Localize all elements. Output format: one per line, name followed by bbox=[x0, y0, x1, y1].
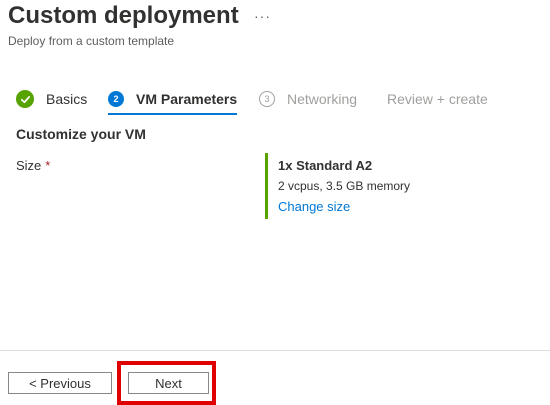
step-number-badge: 2 bbox=[108, 91, 124, 107]
footer-divider bbox=[0, 350, 550, 351]
tab-vm-parameters-label: VM Parameters bbox=[136, 91, 238, 107]
previous-button[interactable]: < Previous bbox=[8, 372, 112, 394]
page-title: Custom deployment bbox=[8, 2, 239, 29]
next-button[interactable]: Next bbox=[128, 372, 209, 394]
page-subtitle: Deploy from a custom template bbox=[8, 34, 175, 48]
size-label-text: Size bbox=[16, 158, 42, 173]
section-title: Customize your VM bbox=[16, 126, 146, 142]
more-options-icon[interactable]: ··· bbox=[254, 8, 271, 24]
required-marker: * bbox=[45, 158, 51, 173]
size-description: 2 vcpus, 3.5 GB memory bbox=[278, 179, 411, 193]
custom-deployment-page: Custom deployment ··· Deploy from a cust… bbox=[0, 0, 550, 405]
size-name: 1x Standard A2 bbox=[278, 158, 373, 173]
selected-size-card: 1x Standard A2 2 vcpus, 3.5 GB memory Ch… bbox=[265, 153, 465, 219]
tab-review-create[interactable]: Review + create bbox=[387, 84, 488, 114]
active-tab-indicator bbox=[108, 113, 238, 115]
tab-networking[interactable]: 3 Networking bbox=[259, 84, 357, 114]
tab-basics-label: Basics bbox=[46, 91, 88, 107]
tab-vm-parameters[interactable]: 2 VM Parameters bbox=[108, 84, 238, 115]
checkmark-icon bbox=[16, 90, 34, 108]
tab-basics[interactable]: Basics bbox=[16, 84, 87, 114]
tab-review-create-label: Review + create bbox=[387, 91, 488, 107]
tab-networking-label: Networking bbox=[287, 91, 358, 107]
step-number-badge: 3 bbox=[259, 91, 275, 107]
size-field-label: Size * bbox=[16, 158, 50, 173]
change-size-link[interactable]: Change size bbox=[278, 199, 350, 214]
